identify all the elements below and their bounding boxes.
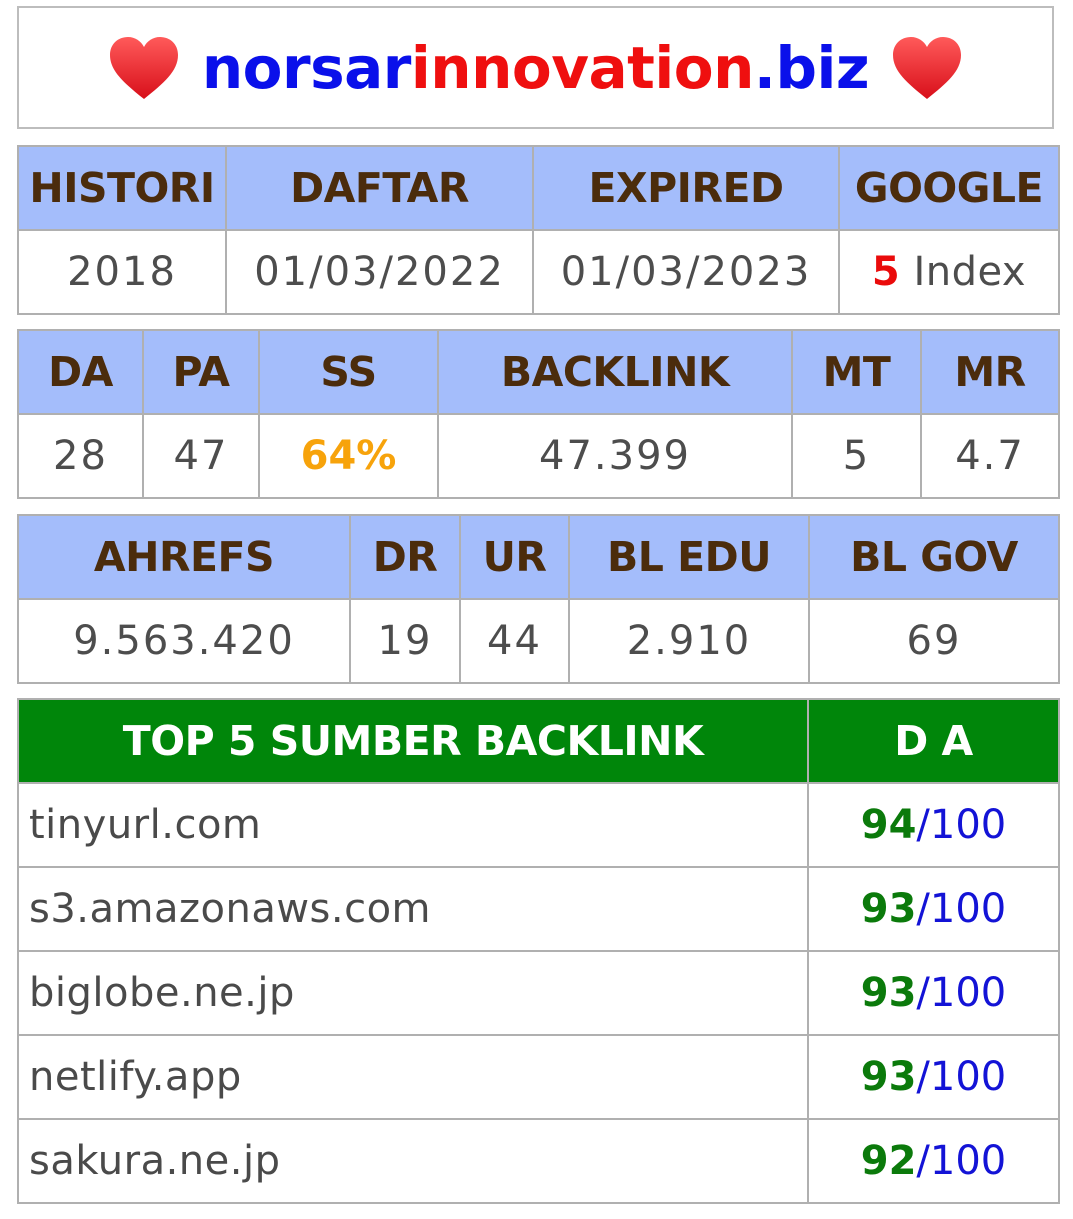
ss-value: 64% (258, 413, 439, 499)
backlink-score: 93/100 (807, 866, 1060, 952)
header-ss: SS (258, 329, 439, 415)
backlink-score: 93/100 (807, 1034, 1060, 1120)
header-bl-edu: BL EDU (568, 514, 810, 600)
da-value: 28 (17, 413, 144, 499)
backlink-score: 92/100 (807, 1118, 1060, 1204)
expired-value: 01/03/2023 (532, 229, 840, 315)
backlink-score: 93/100 (807, 950, 1060, 1036)
backlink-value: 47.399 (437, 413, 793, 499)
backlink-site: sakura.ne.jp (17, 1118, 809, 1204)
dr-value: 19 (349, 598, 461, 684)
domain-title-box: norsarinnovation.biz (17, 6, 1054, 129)
header-histori: HISTORI (17, 145, 227, 231)
daftar-value: 01/03/2022 (225, 229, 534, 315)
bl-edu-value: 2.910 (568, 598, 810, 684)
score-separator: / (916, 1138, 930, 1184)
score-value: 93 (860, 886, 917, 932)
mr-value: 4.7 (920, 413, 1060, 499)
score-separator: / (916, 970, 930, 1016)
table-row: s3.amazonaws.com 93/100 (17, 866, 1060, 952)
header-mr: MR (920, 329, 1060, 415)
header-da: DA (17, 329, 144, 415)
domain-title: norsarinnovation.biz (201, 33, 870, 102)
header-top-sources: TOP 5 SUMBER BACKLINK (17, 698, 809, 784)
backlink-site: biglobe.ne.jp (17, 950, 809, 1036)
score-value: 93 (860, 970, 917, 1016)
google-index-value: 5 Index (838, 229, 1060, 315)
google-index-count: 5 (871, 249, 901, 295)
ahrefs-metrics-table: AHREFS DR UR BL EDU BL GOV 9.563.420 19 … (17, 514, 1060, 684)
title-part-1: norsar (201, 33, 412, 102)
score-value: 92 (860, 1138, 917, 1184)
ahrefs-value: 9.563.420 (17, 598, 351, 684)
header-dr: DR (349, 514, 461, 600)
header-backlink: BACKLINK (437, 329, 793, 415)
header-google: GOOGLE (838, 145, 1060, 231)
score-separator: / (916, 802, 930, 848)
table-row: sakura.ne.jp 92/100 (17, 1118, 1060, 1204)
backlink-site: tinyurl.com (17, 782, 809, 868)
score-value: 94 (860, 802, 917, 848)
title-part-2: innovation (410, 33, 755, 102)
header-ahrefs: AHREFS (17, 514, 351, 600)
bl-gov-value: 69 (808, 598, 1060, 684)
google-index-label: Index (913, 249, 1027, 295)
score-max: 100 (929, 802, 1007, 848)
ur-value: 44 (459, 598, 570, 684)
header-pa: PA (142, 329, 260, 415)
heart-icon (893, 36, 962, 99)
score-max: 100 (929, 886, 1007, 932)
header-ur: UR (459, 514, 570, 600)
heart-icon (109, 36, 178, 99)
backlink-site: netlify.app (17, 1034, 809, 1120)
score-value: 93 (860, 1054, 917, 1100)
header-bl-gov: BL GOV (808, 514, 1060, 600)
moz-metrics-table: DA PA SS BACKLINK MT MR 28 47 64% 47.399… (17, 329, 1060, 499)
backlink-site: s3.amazonaws.com (17, 866, 809, 952)
pa-value: 47 (142, 413, 260, 499)
score-max: 100 (929, 970, 1007, 1016)
backlink-score: 94/100 (807, 782, 1060, 868)
table-row: netlify.app 93/100 (17, 1034, 1060, 1120)
score-max: 100 (929, 1138, 1007, 1184)
mt-value: 5 (791, 413, 922, 499)
score-max: 100 (929, 1054, 1007, 1100)
header-da-score: D A (807, 698, 1060, 784)
histori-value: 2018 (17, 229, 227, 315)
domain-info-table: HISTORI DAFTAR EXPIRED GOOGLE 2018 01/03… (17, 145, 1060, 315)
score-separator: / (916, 1054, 930, 1100)
title-part-3: .biz (753, 33, 870, 102)
score-separator: / (916, 886, 930, 932)
top-backlinks-table: TOP 5 SUMBER BACKLINK D A tinyurl.com 94… (17, 698, 1060, 1204)
table-row: tinyurl.com 94/100 (17, 782, 1060, 868)
header-daftar: DAFTAR (225, 145, 534, 231)
header-expired: EXPIRED (532, 145, 840, 231)
table-row: biglobe.ne.jp 93/100 (17, 950, 1060, 1036)
header-mt: MT (791, 329, 922, 415)
